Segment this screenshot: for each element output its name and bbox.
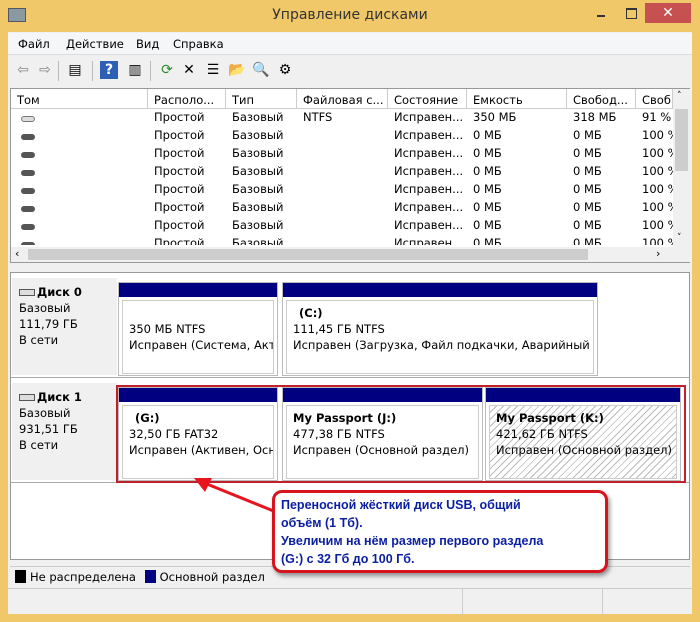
annotation-callout: Переносной жёсткий диск USB, общий объём… bbox=[272, 490, 608, 573]
callout-line: Переносной жёсткий диск USB, общий bbox=[281, 498, 521, 512]
callout-line: (G:) с 32 Гб до 100 Гб. bbox=[281, 552, 415, 566]
callout-line: объём (1 Тб). bbox=[281, 516, 363, 530]
callout-line: Увеличим на нём размер первого раздела bbox=[281, 534, 544, 548]
